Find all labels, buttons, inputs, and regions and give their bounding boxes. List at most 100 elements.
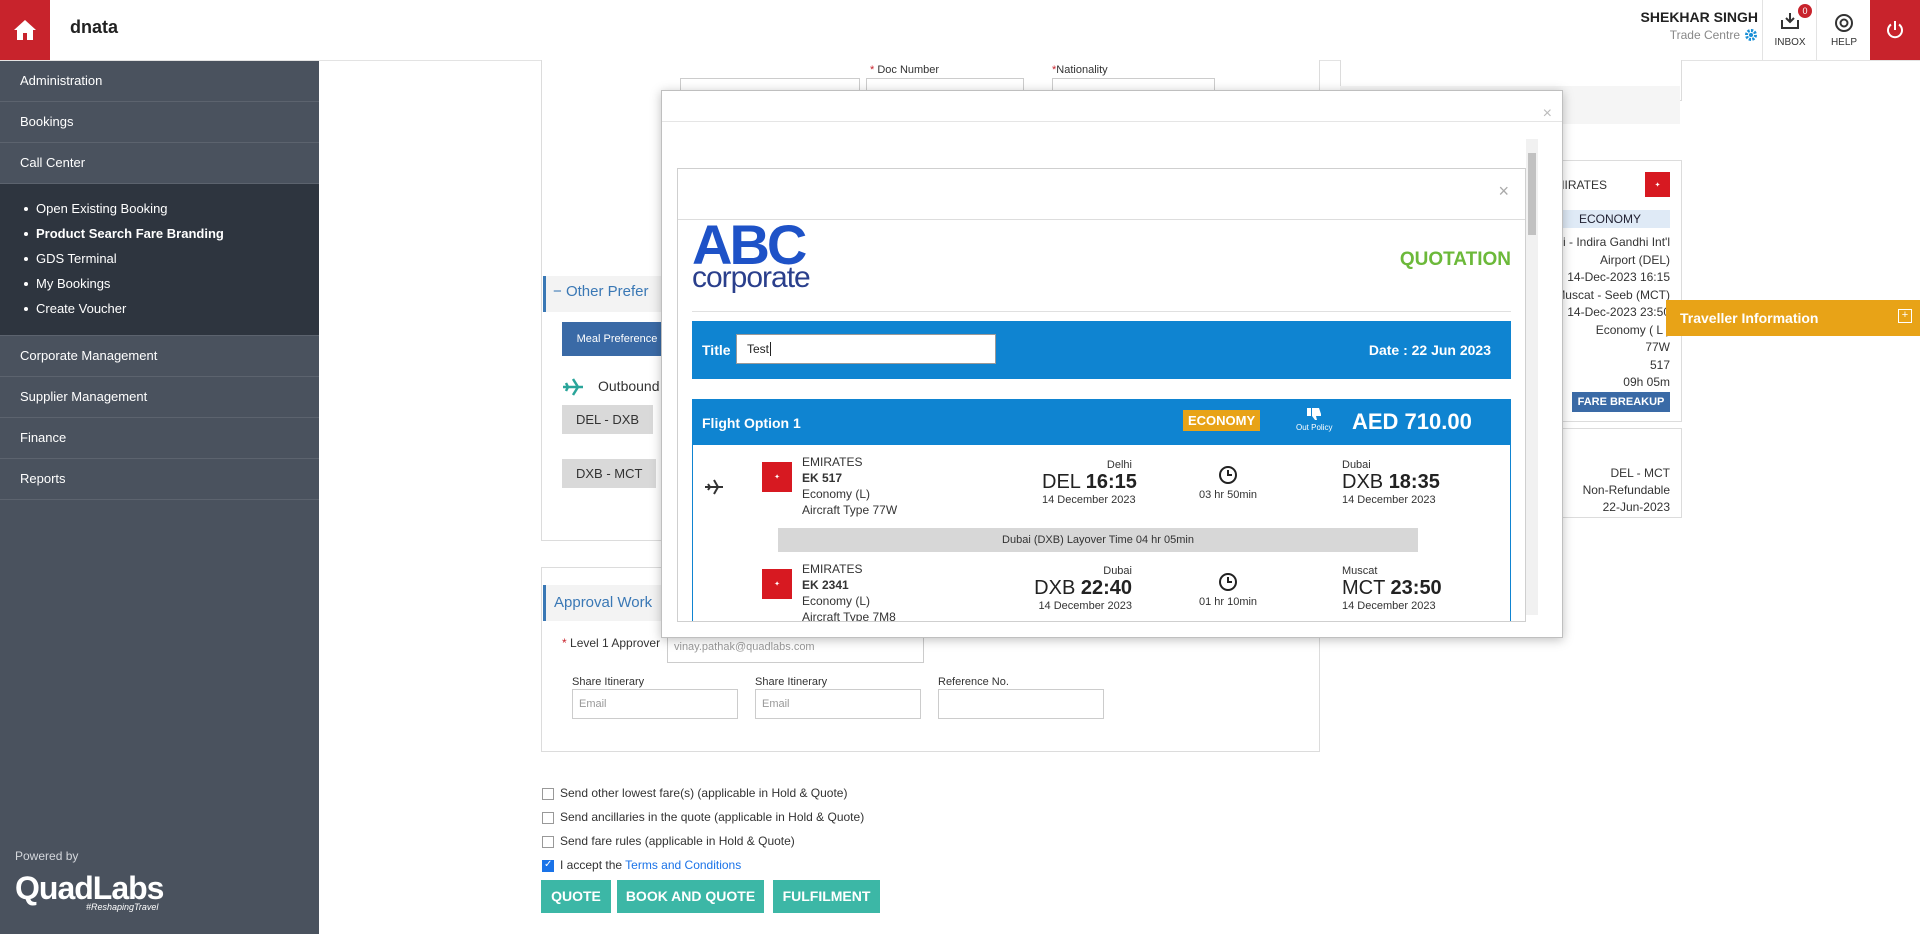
call-center-submenu: Open Existing Booking Product Search Far… <box>0 184 319 336</box>
modal-scrollbar[interactable] <box>1526 139 1538 615</box>
share-itinerary-email-2[interactable]: Email <box>755 689 921 719</box>
summary-line: 09h 05m <box>1623 375 1670 389</box>
segment-2-duration: 01 hr 10min <box>1188 572 1268 608</box>
airplane-icon <box>563 378 583 396</box>
sidebar-item-supplier-management[interactable]: Supplier Management <box>0 377 319 418</box>
dep-time: 22:40 <box>1080 577 1132 599</box>
quotation-date: Date : 22 Jun 2023 <box>1368 342 1491 358</box>
checkbox[interactable] <box>542 835 554 848</box>
arr-code: DXB <box>1342 471 1384 493</box>
gear-icon[interactable] <box>1744 28 1758 42</box>
segment-aircraft: Aircraft Type 7M8 <box>802 610 896 622</box>
fare-summary: DEL - MCT Non-Refundable 22-Jun-2023 <box>1583 465 1670 516</box>
summary-line: 14-Dec-2023 16:15 <box>1567 270 1670 284</box>
arr-city: Muscat <box>1342 565 1378 577</box>
expand-icon[interactable]: + <box>1898 309 1912 323</box>
user-branch: Trade Centre <box>1670 28 1758 42</box>
inbox-label: INBOX <box>1774 37 1806 48</box>
sidebar-item-bookings[interactable]: Bookings <box>0 102 319 143</box>
checkbox[interactable] <box>542 787 554 800</box>
traveller-information-tab[interactable]: Traveller Information + <box>1666 300 1920 336</box>
outer-modal-header <box>662 91 1562 122</box>
checkbox-checked[interactable] <box>542 859 554 872</box>
arr-date: 14 December 2023 <box>1342 494 1436 506</box>
arr-time: 23:50 <box>1390 577 1442 599</box>
submenu-my-bookings[interactable]: My Bookings <box>0 271 319 296</box>
power-icon <box>1887 21 1903 39</box>
scrollbar-thumb[interactable] <box>1528 153 1536 235</box>
terms-link[interactable]: Terms and Conditions <box>625 858 741 872</box>
price: AED 710.00 <box>1352 409 1472 434</box>
reference-no-label: Reference No. <box>938 676 1009 688</box>
checkbox-terms[interactable]: I accept the Terms and Conditions <box>542 858 741 872</box>
summary-line: 517 <box>1649 357 1670 372</box>
submenu-create-voucher[interactable]: Create Voucher <box>0 296 319 321</box>
fare-breakup-button[interactable]: FARE BREAKUP <box>1572 392 1670 412</box>
sidebar-item-call-center[interactable]: Call Center <box>0 143 319 184</box>
approval-title: Approval Work <box>554 594 653 611</box>
checkbox-label: Send fare rules (applicable in Hold & Qu… <box>560 834 795 848</box>
arr-time: 18:35 <box>1388 471 1440 493</box>
summary-line: 77W <box>1645 340 1670 354</box>
route-tag-dxb-mct[interactable]: DXB - MCT <box>562 459 657 488</box>
checkbox-ancillaries[interactable]: Send ancillaries in the quote (applicabl… <box>542 810 864 824</box>
sidebar-item-corporate-management[interactable]: Corporate Management <box>0 336 319 377</box>
emirates-logo: ✦ <box>762 569 792 599</box>
summary-line: Economy ( L ) <box>1595 322 1670 337</box>
logo-sub: corporate <box>692 261 811 294</box>
dep-date: 14 December 2023 <box>1038 600 1132 612</box>
quote-button[interactable]: QUOTE <box>541 880 611 913</box>
checkbox-lowest-fares[interactable]: Send other lowest fare(s) (applicable in… <box>542 786 847 800</box>
layover-bar: Dubai (DXB) Layover Time 04 hr 05min <box>778 528 1418 552</box>
segment-1-duration: 03 hr 50min <box>1188 465 1268 501</box>
cabin-badge: ECONOMY <box>1183 410 1261 431</box>
sidebar-item-finance[interactable]: Finance <box>0 418 319 459</box>
sidebar: Administration Bookings Call Center Open… <box>0 61 319 934</box>
inbox-icon <box>1781 13 1799 29</box>
home-button[interactable] <box>0 0 50 60</box>
duration: 03 hr 50min <box>1198 489 1258 501</box>
lifebuoy-icon <box>1835 13 1853 32</box>
segment-1-arrival: Dubai DXB 18:35 14 December 2023 <box>1342 459 1472 506</box>
summary-line: Airport (DEL) <box>1599 252 1670 267</box>
submenu-open-existing-booking[interactable]: Open Existing Booking <box>0 196 319 221</box>
segment-airline: EMIRATES <box>802 455 863 469</box>
segment-airline: EMIRATES <box>802 562 863 576</box>
segment-flight: EK 517 <box>802 471 843 485</box>
traveller-tab-label: Traveller Information <box>1680 310 1819 326</box>
segment-cabin: Economy (L) <box>802 594 871 608</box>
sidebar-item-administration[interactable]: Administration <box>0 61 319 102</box>
inbox-count-badge: 0 <box>1798 4 1812 18</box>
quotation-heading: QUOTATION <box>1399 249 1511 270</box>
quadlabs-tagline: #ReshapingTravel <box>86 902 159 912</box>
flight-option-bar: Flight Option 1 ECONOMY Out Policy AED 7… <box>692 399 1511 445</box>
close-icon[interactable]: × <box>1543 105 1552 123</box>
dep-code: DXB <box>1034 577 1076 599</box>
user-name[interactable]: SHEKHAR SINGH <box>1641 9 1758 25</box>
share-itinerary-email-1[interactable]: Email <box>572 689 738 719</box>
submenu-gds-terminal[interactable]: GDS Terminal <box>0 246 319 271</box>
tab-meal-preference[interactable]: Meal Preference <box>562 322 672 356</box>
route-tag-del-dxb[interactable]: DEL - DXB <box>562 405 654 434</box>
outbound-label: Outbound <box>598 378 660 394</box>
submenu-product-search[interactable]: Product Search Fare Branding <box>0 221 319 246</box>
home-icon <box>14 20 36 40</box>
fare-refund: Non-Refundable <box>1582 483 1670 497</box>
book-and-quote-button[interactable]: BOOK AND QUOTE <box>617 880 764 913</box>
segment-1-departure: Delhi DEL 16:15 14 December 2023 <box>1042 459 1137 506</box>
summary-line: 14-Dec-2023 23:50 <box>1567 305 1670 319</box>
checkbox[interactable] <box>542 811 554 824</box>
sidebar-item-reports[interactable]: Reports <box>0 459 319 500</box>
fulfilment-button[interactable]: FULFILMENT <box>773 880 880 913</box>
reference-no-field[interactable] <box>938 689 1104 719</box>
inbox-button[interactable]: 0 INBOX <box>1762 0 1817 60</box>
checkbox-fare-rules[interactable]: Send fare rules (applicable in Hold & Qu… <box>542 834 795 848</box>
duration: 01 hr 10min <box>1198 596 1258 608</box>
logout-button[interactable] <box>1870 0 1920 60</box>
quotation-card: × ABC corporate QUOTATION Title Test Dat… <box>677 168 1526 622</box>
share-itinerary-label-1: Share Itinerary <box>572 676 645 688</box>
title-input[interactable]: Test <box>736 334 996 364</box>
emirates-logo: ✦ <box>762 462 792 492</box>
abc-logo: ABC corporate <box>692 217 811 294</box>
help-button[interactable]: HELP <box>1816 0 1871 60</box>
